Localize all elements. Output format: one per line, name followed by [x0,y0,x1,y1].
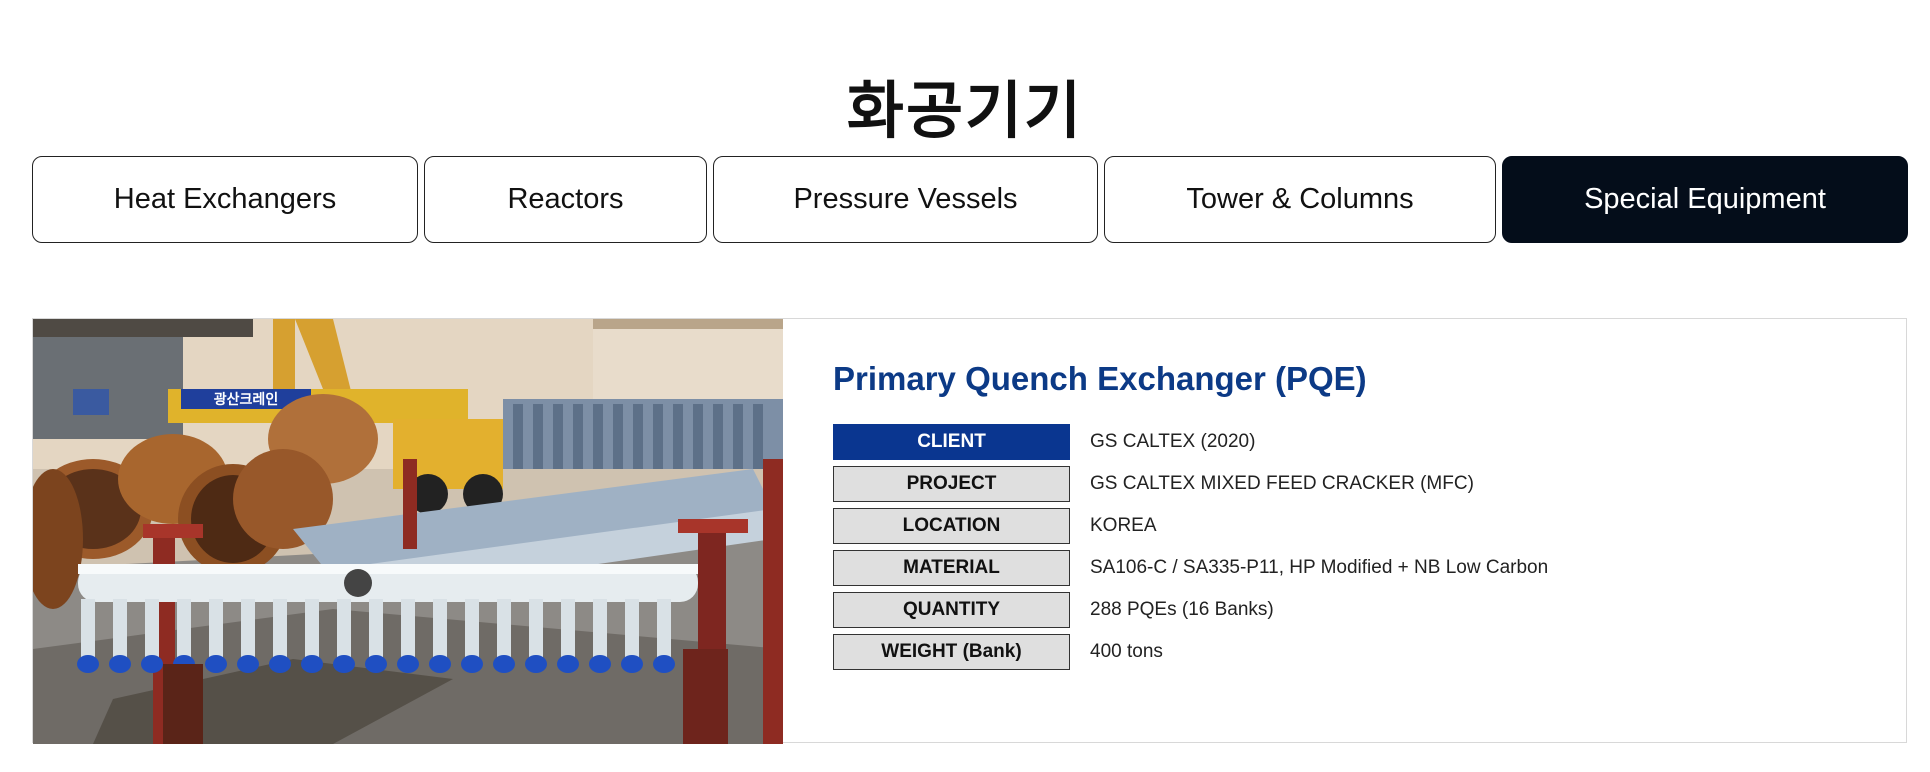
spec-value-project: GS CALTEX MIXED FEED CRACKER (MFC) [1090,472,1474,494]
spec-label-weight: WEIGHT (Bank) [833,633,1070,670]
category-tabs: Heat Exchangers Reactors Pressure Vessel… [32,156,1908,243]
tab-reactors[interactable]: Reactors [424,156,707,243]
tab-heat-exchangers[interactable]: Heat Exchangers [32,156,418,243]
spec-value-location: KOREA [1090,514,1157,536]
spec-row-material: MATERIAL SA106-C / SA335-P11, HP Modifie… [833,547,1873,589]
spec-label-location: LOCATION [833,507,1070,544]
spec-row-location: LOCATION KOREA [833,505,1873,547]
spec-row-weight: WEIGHT (Bank) 400 tons [833,631,1873,673]
spec-row-client: CLIENT GS CALTEX (2020) [833,421,1873,463]
tab-tower-columns[interactable]: Tower & Columns [1104,156,1496,243]
product-info: Primary Quench Exchanger (PQE) CLIENT GS… [833,359,1873,673]
crane-sign-text: 광산크레인 [214,391,278,408]
spec-label-quantity: QUANTITY [833,591,1070,628]
tab-special-equipment[interactable]: Special Equipment [1502,156,1908,243]
page-title: 화공기기 [846,73,1084,147]
spec-label-client: CLIENT [833,423,1070,460]
spec-row-project: PROJECT GS CALTEX MIXED FEED CRACKER (MF… [833,463,1873,505]
product-title: Primary Quench Exchanger (PQE) [833,360,1367,397]
product-card: 광산크레인 Primary Quench Exchanger (PQE) CLI… [32,318,1907,744]
spec-label-material: MATERIAL [833,549,1070,586]
tab-pressure-vessels[interactable]: Pressure Vessels [713,156,1098,243]
spec-value-weight: 400 tons [1090,640,1163,662]
spec-value-material: SA106-C / SA335-P11, HP Modified + NB Lo… [1090,556,1549,578]
spec-value-quantity: 288 PQEs (16 Banks) [1090,598,1274,620]
product-photo: 광산크레인 [33,319,783,744]
spec-row-quantity: QUANTITY 288 PQEs (16 Banks) [833,589,1873,631]
spec-value-client: GS CALTEX (2020) [1090,430,1256,452]
spec-label-project: PROJECT [833,465,1070,502]
